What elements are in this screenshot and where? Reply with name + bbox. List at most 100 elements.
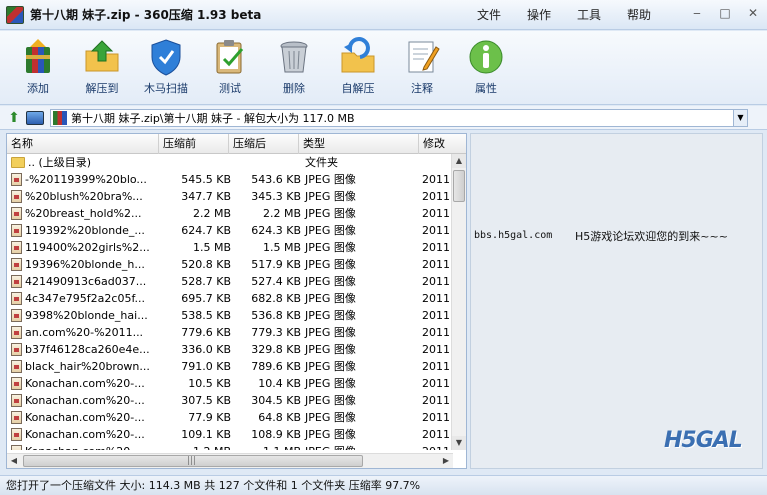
file-row[interactable]: 19396%20blonde_h... 520.8 KB 517.9 KB JPEG … [7,256,453,273]
desktop-icon[interactable] [26,110,44,125]
file-row[interactable]: 9398%20blonde_hai... 538.5 KB 536.8 KB JPEG… [7,307,453,324]
app-logo-icon [6,5,24,24]
up-arrow-icon[interactable]: ⬆ [4,108,24,128]
file-modified: 2011 [422,241,450,254]
jpeg-file-icon [11,343,22,356]
self-extract-button[interactable]: 自解压 [326,31,390,105]
horizontal-scrollbar[interactable]: ◀ ||| ▶ [7,453,453,468]
file-name: Konachan.com%20-... [25,411,145,424]
file-size-before: 307.5 KB [181,394,231,407]
path-dropdown-button[interactable]: ▼ [733,109,747,126]
add-button[interactable]: 添加 [6,31,70,105]
menu-bar: 文件 操作 工具 帮助 [464,0,664,30]
file-row[interactable]: Konachan.com%20-... 77.9 KB 64.8 KB JPEG 图像… [7,409,453,426]
jpeg-file-icon [11,445,22,450]
window-controls: ‒ □ ✕ [689,5,761,21]
column-name[interactable]: 名称 [7,134,159,154]
file-row[interactable]: black_hair%20brown... 791.0 KB 789.6 KB JPE… [7,358,453,375]
self-extract-label: 自解压 [341,82,375,95]
scroll-up-button[interactable]: ▲ [452,154,466,168]
file-name-cell: black_hair%20brown... [11,358,161,375]
column-modified[interactable]: 修改 [419,134,466,154]
file-type: JPEG 图像 [305,190,356,203]
file-name-cell: Konachan.com%20-... [11,426,161,443]
file-row[interactable]: Konachan.com%20-... 307.5 KB 304.5 KB JPEG … [7,392,453,409]
extract-to-button[interactable]: 解压到 [70,31,134,105]
file-type: JPEG 图像 [305,275,356,288]
file-row[interactable]: 119392%20blonde_... 624.7 KB 624.3 KB JPEG … [7,222,453,239]
file-type: JPEG 图像 [305,343,356,356]
jpeg-file-icon [11,309,22,322]
file-modified: 2011 [422,224,450,237]
file-modified: 2011 [422,326,450,339]
vertical-scroll-thumb[interactable] [453,170,465,202]
jpeg-file-icon [11,241,22,254]
menu-operation[interactable]: 操作 [514,0,564,30]
jpeg-file-icon [11,190,22,203]
close-button[interactable]: ✕ [745,5,761,21]
file-name-cell: -%20119399%20blo... [11,171,161,188]
self-extract-icon [341,37,375,73]
file-size-after: 304.5 KB [251,394,301,407]
file-row[interactable]: Konachan.com%20-... 109.1 KB 108.9 KB JPEG … [7,426,453,443]
file-row[interactable]: b37f46128ca260e4e... 336.0 KB 329.8 KB JPEG… [7,341,453,358]
scroll-down-button[interactable]: ▼ [452,436,466,450]
file-row[interactable]: 119400%202girls%2... 1.5 MB 1.5 MB JPEG 图像 2… [7,239,453,256]
file-size-after: 789.6 KB [251,360,301,373]
jpeg-file-icon [11,428,22,441]
file-name-cell: 19396%20blonde_h... [11,256,161,273]
file-row[interactable]: an.com%20-%2011... 779.6 KB 779.3 KB JPEG 图… [7,324,453,341]
file-type: JPEG 图像 [305,224,356,237]
vertical-scrollbar[interactable]: ▲ ▼ [451,154,466,450]
menu-file[interactable]: 文件 [464,0,514,30]
menu-tools[interactable]: 工具 [564,0,614,30]
file-name-cell: an.com%20-%2011... [11,324,161,341]
trojan-scan-button[interactable]: 木马扫描 [134,31,198,105]
file-row[interactable]: 4c347e795f2a2c05f... 695.7 KB 682.8 KB JPEG… [7,290,453,307]
test-button[interactable]: 测试 [198,31,262,105]
jpeg-file-icon [11,360,22,373]
column-type[interactable]: 类型 [299,134,419,154]
scroll-left-button[interactable]: ◀ [7,454,21,468]
file-name-cell: Konachan.com%20-... [11,443,161,450]
file-type: JPEG 图像 [305,428,356,441]
file-type: JPEG 图像 [305,241,356,254]
window-title: 第十八期 妹子.zip - 360压缩 1.93 beta [30,8,262,22]
address-bar: ⬆ 第十八期 妹子.zip\第十八期 妹子 - 解包大小为 117.0 MB ▼ [0,106,767,130]
menu-help[interactable]: 帮助 [614,0,664,30]
comment-icon [408,41,440,73]
file-row[interactable]: %20blush%20bra%... 347.7 KB 345.3 KB JPEG 图… [7,188,453,205]
file-list: 名称 压缩前 压缩后 类型 修改 .. (上级目录) 文件夹 -%2011939… [6,133,467,469]
file-name-cell: 119392%20blonde_... [11,222,161,239]
file-name: 119400%202girls%2... [25,241,150,254]
test-clipboard-icon [216,40,244,74]
column-size-after[interactable]: 压缩后 [229,134,299,154]
file-size-before: 624.7 KB [181,224,231,237]
scroll-right-button[interactable]: ▶ [439,454,453,468]
file-row[interactable]: Konachan.com%20-... 10.5 KB 10.4 KB JPEG 图像… [7,375,453,392]
file-size-before: 528.7 KB [181,275,231,288]
minimize-button[interactable]: ‒ [689,5,705,21]
maximize-button[interactable]: □ [717,5,733,21]
file-modified: 2011 [422,377,450,390]
properties-label: 属性 [475,82,497,95]
delete-button[interactable]: 删除 [262,31,326,105]
file-size-after: 345.3 KB [251,190,301,203]
file-size-before: 109.1 KB [181,428,231,441]
file-size-before: 520.8 KB [181,258,231,271]
file-modified: 2011 [422,411,450,424]
comment-site: bbs.h5gal.com [474,230,553,241]
column-size-before[interactable]: 压缩前 [159,134,229,154]
comment-button[interactable]: 注释 [390,31,454,105]
path-field[interactable]: 第十八期 妹子.zip\第十八期 妹子 - 解包大小为 117.0 MB ▼ [50,108,748,127]
parent-dir-row[interactable]: .. (上级目录) 文件夹 [7,154,453,171]
file-row[interactable]: %20breast_hold%2... 2.2 MB 2.2 MB JPEG 图像 20… [7,205,453,222]
file-row[interactable]: Konachan.com%20-... 1.2 MB1.1 MBJPEG 图像 20… [7,443,453,450]
file-row[interactable]: 421490913c6ad037... 528.7 KB 527.4 KB JPEG … [7,273,453,290]
properties-button[interactable]: 属性 [454,31,518,105]
file-size-before: 791.0 KB [181,360,231,373]
test-label: 测试 [219,82,241,95]
file-name-cell: %20breast_hold%2... [11,205,161,222]
file-row[interactable]: -%20119399%20blo... 545.5 KB 543.6 KB JPEG … [7,171,453,188]
path-text: 第十八期 妹子.zip\第十八期 妹子 - 解包大小为 117.0 MB [71,111,355,125]
